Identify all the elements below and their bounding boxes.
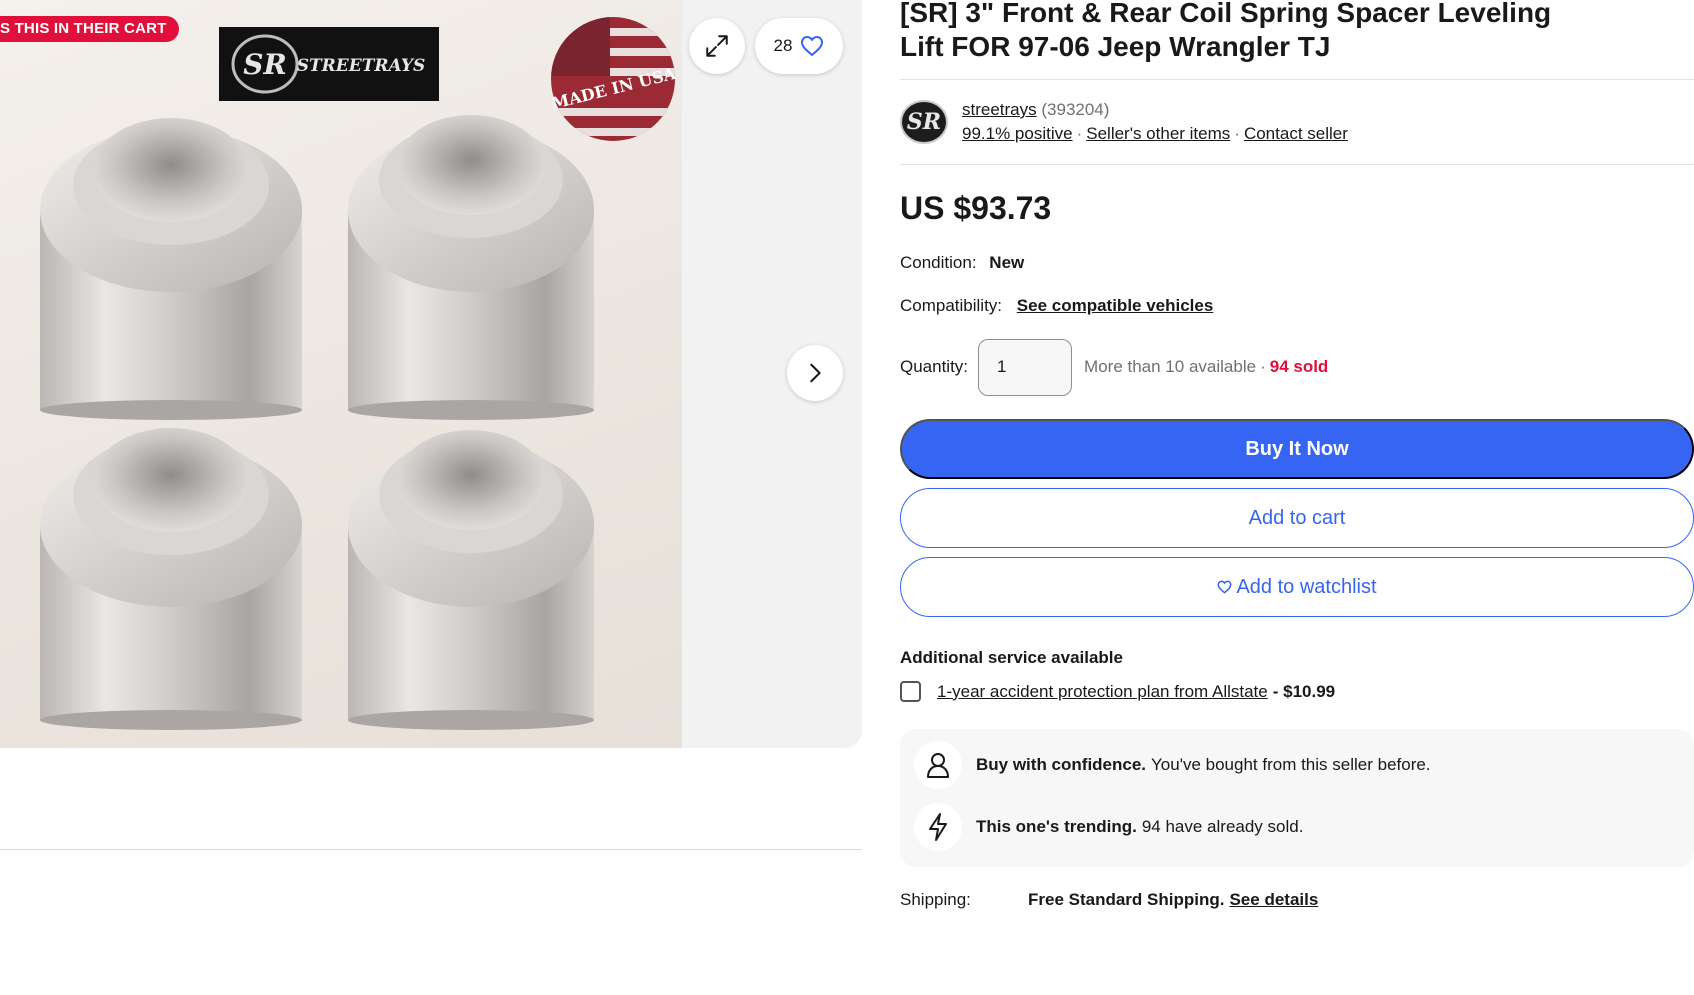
add-to-watchlist-button[interactable]: Add to watchlist (900, 557, 1694, 617)
shipping-label: Shipping: (900, 890, 971, 909)
section-divider (0, 849, 862, 850)
shipping-value: Free Standard Shipping. (1028, 890, 1225, 909)
seller-other-items-link[interactable]: Seller's other items (1086, 124, 1230, 143)
confidence-text: You've bought from this seller before. (1151, 755, 1431, 774)
made-in-usa-seal: MADE IN USA (550, 17, 676, 141)
sold-count: 94 sold (1269, 357, 1329, 376)
seller-links: 99.1% positive · Seller's other items · Cont… (962, 124, 1348, 143)
next-image-button[interactable] (787, 345, 843, 401)
expand-icon (706, 35, 728, 57)
logo-initials: SR (243, 48, 287, 81)
spacer-top-left (40, 118, 302, 420)
protection-plan-price: - $10.99 (1272, 681, 1336, 701)
avatar-initials: SR (906, 109, 942, 135)
seller-feedback-count: (393204) (1041, 100, 1110, 119)
availability-text: More than 10 available (1084, 357, 1257, 376)
condition-row: Condition: New (900, 253, 1024, 273)
chevron-right-icon (810, 363, 821, 383)
spacer-bottom-right (348, 430, 594, 730)
condition-label: Condition: (900, 253, 977, 272)
streetrays-logo: SR STREETRAYS (219, 27, 439, 101)
heart-icon (801, 35, 824, 57)
watch-count-button[interactable]: 28 (755, 18, 843, 74)
confidence-box: Buy with confidence. You've bought from … (900, 729, 1694, 867)
image-gallery: S THIS IN THEIR CART SR STREETRAYS MADE … (0, 0, 862, 748)
trending-row: This one's trending. 94 have already sol… (914, 803, 1303, 851)
seller-divider (900, 164, 1694, 165)
shipping-row: Shipping: Free Standard Shipping. See de… (900, 890, 1318, 910)
seller-name-link[interactable]: streetrays (962, 100, 1037, 119)
quantity-row: Quantity: More than 10 available · 94 so… (900, 338, 1328, 396)
shipping-details-link[interactable]: See details (1229, 890, 1318, 910)
add-to-cart-button[interactable]: Add to cart (900, 488, 1694, 548)
product-photo[interactable]: S THIS IN THEIR CART SR STREETRAYS MADE … (0, 0, 682, 748)
additional-service-title: Additional service available (900, 648, 1123, 667)
price: US $93.73 (900, 190, 1052, 226)
condition-value: New (989, 253, 1025, 272)
expand-image-button[interactable] (689, 18, 745, 74)
compatible-vehicles-link[interactable]: See compatible vehicles (1017, 296, 1214, 315)
trending-text: 94 have already sold. (1141, 817, 1304, 836)
trending-bold: This one's trending. (976, 817, 1137, 836)
quantity-input[interactable] (978, 338, 1073, 396)
title-divider (900, 79, 1694, 80)
heart-icon (1217, 580, 1232, 594)
listing-title: [SR] 3" Front & Rear Coil Spring Spacer … (900, 0, 1552, 62)
add-to-watchlist-label: Add to watchlist (1236, 575, 1377, 598)
seller-name-row: streetrays (393204) (962, 100, 1109, 120)
logo-wordmark: STREETRAYS (297, 56, 426, 76)
spacer-top-right (348, 115, 594, 420)
watch-count: 28 (773, 36, 793, 55)
confidence-row: Buy with confidence. You've bought from … (914, 741, 1431, 789)
compatibility-row: Compatibility: See compatible vehicles (900, 296, 1213, 316)
seller-positive-link[interactable]: 99.1% positive (962, 124, 1073, 143)
cart-count-badge: S THIS IN THEIR CART (0, 16, 179, 42)
spacer-bottom-left (40, 428, 302, 730)
compatibility-label: Compatibility: (900, 296, 1003, 315)
protection-plan-checkbox[interactable] (900, 681, 921, 702)
buy-it-now-button[interactable]: Buy It Now (900, 419, 1694, 479)
protection-plan-row: 1-year accident protection plan from All… (900, 681, 1335, 702)
contact-seller-link[interactable]: Contact seller (1244, 124, 1348, 143)
quantity-label: Quantity: (900, 357, 969, 376)
lightning-icon (914, 803, 962, 851)
protection-plan-link[interactable]: 1-year accident protection plan from All… (937, 682, 1268, 702)
person-icon (914, 741, 962, 789)
seller-avatar[interactable]: SR (900, 100, 948, 144)
confidence-bold: Buy with confidence. (976, 755, 1147, 774)
